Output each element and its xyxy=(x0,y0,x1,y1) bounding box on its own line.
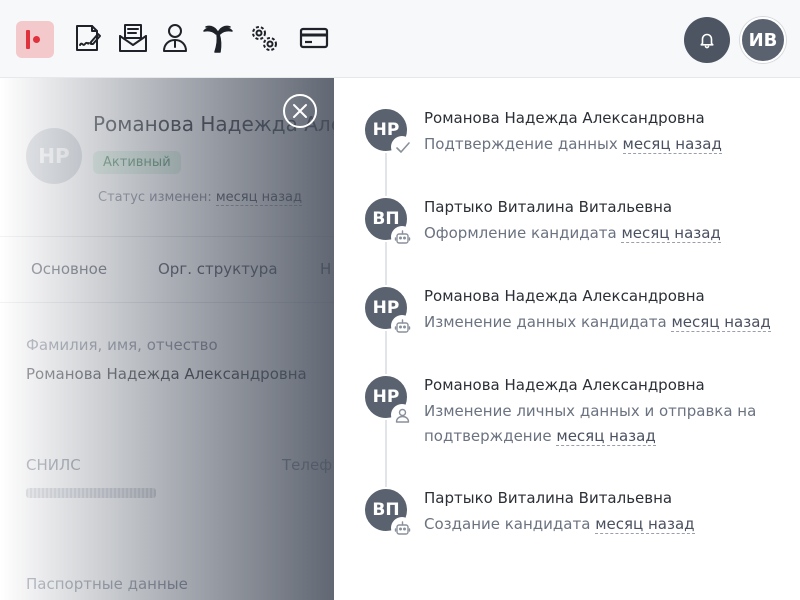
status-changed-ago[interactable]: месяц назад xyxy=(215,190,302,206)
divider xyxy=(0,236,334,237)
tab-org-structure[interactable]: Орг. структура xyxy=(158,260,278,278)
signature-document-icon[interactable] xyxy=(68,19,106,57)
divider xyxy=(0,302,334,303)
employee-icon[interactable] xyxy=(156,19,194,57)
activity-time[interactable]: месяц назад xyxy=(622,135,722,154)
activity-time[interactable]: месяц назад xyxy=(671,313,771,332)
payment-card-icon[interactable] xyxy=(295,19,333,57)
user-avatar[interactable]: ИВ xyxy=(740,17,786,63)
palm-tree-icon[interactable] xyxy=(199,19,237,57)
robot-icon xyxy=(391,315,413,337)
tab-main[interactable]: Основное xyxy=(31,260,107,278)
activity-description: Подтверждение данных месяц назад xyxy=(424,132,784,157)
activity-action: Создание кандидата xyxy=(424,515,591,533)
activity-action: Изменение данных кандидата xyxy=(424,313,667,331)
bell-icon[interactable] xyxy=(684,17,730,63)
status-changed-label: Статус изменен: xyxy=(98,190,212,205)
activity-author: Партыко Виталина Витальевна xyxy=(424,198,673,216)
activity-author: Романова Надежда Александровна xyxy=(424,376,705,394)
activity-description: Изменение данных кандидата месяц назад xyxy=(424,310,784,335)
fio-label: Фамилия, имя, отчество xyxy=(26,336,218,354)
snils-value-redacted xyxy=(26,488,156,498)
status-changed: Статус изменен: месяц назад xyxy=(98,190,302,206)
activity-time[interactable]: месяц назад xyxy=(621,224,721,243)
robot-icon xyxy=(391,226,413,248)
profile-background: НР Романова Надежда Алекс Активный Стату… xyxy=(0,78,334,600)
check-icon xyxy=(391,136,413,158)
tab-partial[interactable]: Н xyxy=(320,260,331,278)
activity-time[interactable]: месяц назад xyxy=(556,427,656,446)
activity-time[interactable]: месяц назад xyxy=(595,515,695,534)
close-icon[interactable] xyxy=(283,94,317,128)
activity-author: Романова Надежда Александровна xyxy=(424,109,705,127)
phone-label: Телеф xyxy=(282,456,333,474)
app-logo-icon[interactable] xyxy=(16,21,54,58)
activity-author: Партыко Виталина Витальевна xyxy=(424,489,673,507)
passport-label: Паспортные данные xyxy=(26,575,188,593)
profile-avatar: НР xyxy=(26,128,82,184)
robot-icon xyxy=(391,517,413,539)
activity-action: Оформление кандидата xyxy=(424,224,617,242)
activity-description: Оформление кандидата месяц назад xyxy=(424,221,784,246)
person-icon xyxy=(391,404,413,426)
snils-label: СНИЛС xyxy=(26,456,81,474)
activity-description: Изменение личных данных и отправка на по… xyxy=(424,399,784,449)
activity-action: Подтверждение данных xyxy=(424,135,618,153)
activity-author: Романова Надежда Александровна xyxy=(424,287,705,305)
activity-description: Создание кандидата месяц назад xyxy=(424,512,784,537)
fio-value: Романова Надежда Александровна xyxy=(26,365,307,383)
settings-gears-icon[interactable] xyxy=(245,19,283,57)
top-bar: ИВ xyxy=(0,0,800,78)
mail-inbox-icon[interactable] xyxy=(114,19,152,57)
status-badge: Активный xyxy=(93,151,181,174)
